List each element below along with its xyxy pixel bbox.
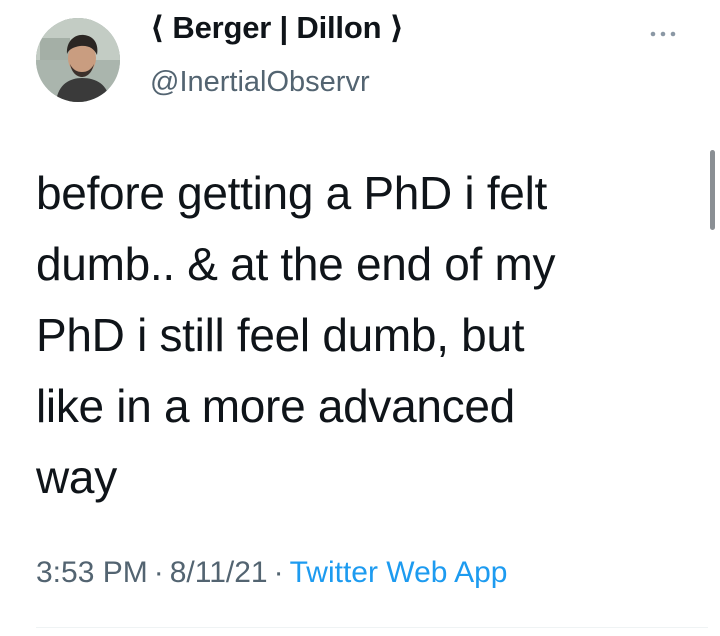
tweet-text-line: PhD i still feel dumb, but (36, 309, 525, 361)
tweet-metadata: 3:53 PM · 8/11/21 · Twitter Web App (36, 556, 508, 590)
more-options-icon[interactable] (648, 27, 678, 41)
profile-photo-icon (36, 18, 120, 102)
tweet-time[interactable]: 3:53 PM (36, 556, 148, 589)
scrollbar[interactable] (710, 150, 715, 230)
meta-separator: · (273, 556, 284, 589)
tweet-text: before getting a PhD i felt dumb.. & at … (36, 158, 696, 513)
meta-separator: · (153, 556, 164, 589)
tweet-source-link[interactable]: Twitter Web App (290, 556, 508, 589)
display-name[interactable]: ⟨ Berger | Dillon ⟩ (150, 10, 404, 46)
tweet-date[interactable]: 8/11/21 (170, 556, 268, 589)
avatar[interactable] (36, 18, 120, 102)
tweet-text-line: dumb.. & at the end of my (36, 238, 556, 290)
tweet-text-line: like in a more advanced (36, 380, 515, 432)
divider (36, 627, 708, 628)
tweet: ⟨ Berger | Dillon ⟩ @InertialObservr bef… (0, 0, 720, 636)
tweet-text-line: before getting a PhD i felt (36, 167, 547, 219)
tweet-text-line: way (36, 451, 117, 503)
user-handle[interactable]: @InertialObservr (150, 66, 370, 99)
